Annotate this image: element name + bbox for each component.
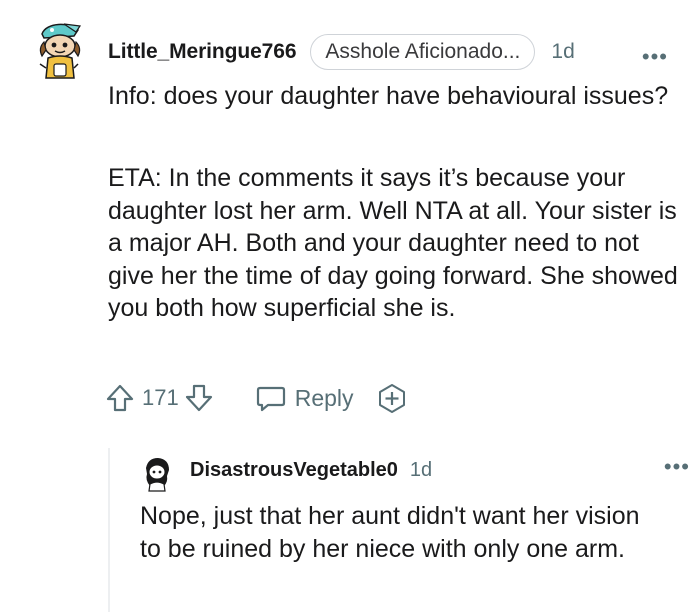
comment-username[interactable]: Little_Meringue766 (108, 40, 297, 64)
reply-user-avatar[interactable] (142, 456, 172, 492)
speech-bubble-icon (256, 386, 285, 412)
vote-count: 171 (142, 385, 179, 410)
reply-label: Reply (294, 384, 354, 411)
comment-timestamp: 1d (551, 40, 575, 63)
reply-text: Nope, just that her aunt didn't want her… (140, 502, 640, 563)
comment-meta: Little_Meringue766 Asshole Aficionado...… (108, 32, 678, 72)
reply-button[interactable]: Reply (255, 382, 354, 414)
user-avatar[interactable] (34, 20, 84, 82)
reply-more-options-icon[interactable]: ••• (664, 454, 690, 480)
reply-timestamp: 1d (409, 458, 433, 481)
more-options-icon[interactable]: ••• (642, 44, 668, 70)
comment-actions: 171 Reply (104, 380, 444, 416)
user-flair: Asshole Aficionado... (310, 34, 536, 70)
reply-username[interactable]: DisastrousVegetable0 (190, 459, 398, 482)
comment-paragraph: Info: does your daughter have behavioura… (108, 82, 669, 110)
arrow-up-icon[interactable] (104, 382, 136, 414)
thread-line[interactable] (108, 448, 110, 612)
comment-paragraph: ETA: In the comments it says it’s becaus… (108, 164, 678, 322)
award-plus-icon[interactable] (376, 382, 408, 414)
arrow-down-icon[interactable] (183, 382, 215, 414)
reply-meta: DisastrousVegetable0 1d (190, 456, 432, 484)
